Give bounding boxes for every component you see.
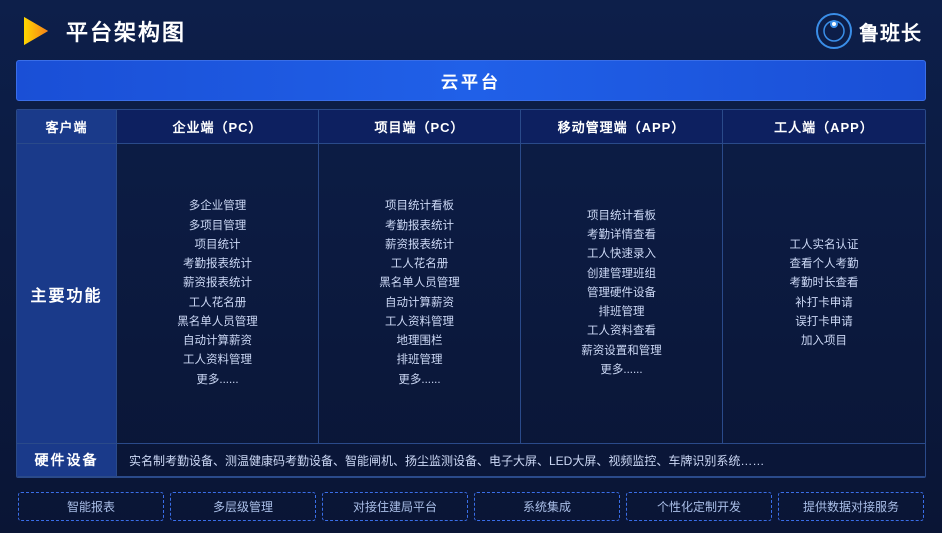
- feature-item: 排班管理: [397, 352, 443, 369]
- feature-item: 自动计算薪资: [385, 295, 454, 312]
- feature-item: 黑名单人员管理: [177, 314, 258, 331]
- feature-item: 创建管理班组: [587, 266, 656, 283]
- col-header-client: 客户端: [17, 110, 117, 143]
- feature-item: 考勤详情查看: [587, 227, 656, 244]
- feature-item: 加入项目: [801, 333, 847, 350]
- hardware-label: 硬件设备: [17, 444, 117, 476]
- feature-item: 地理围栏: [397, 333, 443, 350]
- feature-item: 工人资料管理: [183, 352, 252, 369]
- col-header-worker: 工人端（APP）: [723, 110, 925, 143]
- worker-features-cell: 工人实名认证查看个人考勤考勤时长查看补打卡申请误打卡申请加入项目: [723, 144, 925, 443]
- header-left: 平台架构图: [20, 13, 186, 49]
- col-headers: 客户端 企业端（PC） 项目端（PC） 移动管理端（APP） 工人端（APP）: [17, 110, 925, 144]
- tag-item: 系统集成: [474, 492, 620, 521]
- feature-item: 补打卡申请: [795, 295, 853, 312]
- brand-name: 鲁班长: [859, 17, 922, 46]
- col-header-project: 项目端（PC）: [319, 110, 521, 143]
- mobile-features-cell: 项目统计看板考勤详情查看工人快速录入创建管理班组管理硬件设备排班管理工人资料查看…: [521, 144, 723, 443]
- feature-item: 工人快速录入: [587, 246, 656, 263]
- tag-item: 智能报表: [18, 492, 164, 521]
- feature-item: 薪资设置和管理: [581, 343, 662, 360]
- feature-item: 多企业管理: [189, 198, 247, 215]
- logo-icon: [20, 13, 56, 49]
- tag-item: 个性化定制开发: [626, 492, 772, 521]
- feature-item: 管理硬件设备: [587, 285, 656, 302]
- tags-row: 智能报表多层级管理对接住建局平台系统集成个性化定制开发提供数据对接服务: [16, 486, 926, 523]
- brand-icon: [815, 12, 853, 50]
- tag-item: 多层级管理: [170, 492, 316, 521]
- hardware-row: 硬件设备 实名制考勤设备、测温健康码考勤设备、智能闸机、扬尘监测设备、电子大屏、…: [17, 444, 925, 477]
- tag-item: 对接住建局平台: [322, 492, 468, 521]
- brand-logo: 鲁班长: [815, 12, 922, 50]
- feature-item: 多项目管理: [189, 218, 247, 235]
- feature-item: 排班管理: [599, 304, 645, 321]
- feature-item: 项目统计看板: [385, 198, 454, 215]
- content-row: 主要功能 多企业管理多项目管理项目统计考勤报表统计薪资报表统计工人花名册黑名单人…: [17, 144, 925, 444]
- feature-item: 考勤报表统计: [385, 218, 454, 235]
- feature-item: 黑名单人员管理: [379, 275, 460, 292]
- feature-item: 工人花名册: [391, 256, 449, 273]
- feature-item: 查看个人考勤: [790, 256, 859, 273]
- feature-item: 薪资报表统计: [183, 275, 252, 292]
- header: 平台架构图 鲁班长: [16, 10, 926, 52]
- tag-item: 提供数据对接服务: [778, 492, 924, 521]
- feature-item: 工人资料管理: [385, 314, 454, 331]
- col-header-enterprise: 企业端（PC）: [117, 110, 319, 143]
- feature-item: 考勤时长查看: [790, 275, 859, 292]
- project-features-cell: 项目统计看板考勤报表统计薪资报表统计工人花名册黑名单人员管理自动计算薪资工人资料…: [319, 144, 521, 443]
- enterprise-features-cell: 多企业管理多项目管理项目统计考勤报表统计薪资报表统计工人花名册黑名单人员管理自动…: [117, 144, 319, 443]
- hardware-content: 实名制考勤设备、测温健康码考勤设备、智能闸机、扬尘监测设备、电子大屏、LED大屏…: [117, 444, 925, 476]
- page-wrapper: 平台架构图 鲁班长 云平台 客户端 企业端（PC） 项目端（PC）: [0, 0, 942, 533]
- col-header-mobile: 移动管理端（APP）: [521, 110, 723, 143]
- feature-item: 更多......: [600, 362, 642, 379]
- feature-item: 工人花名册: [189, 295, 247, 312]
- feature-item: 误打卡申请: [795, 314, 853, 331]
- feature-item: 薪资报表统计: [385, 237, 454, 254]
- main-section-label: 主要功能: [17, 144, 117, 443]
- feature-item: 更多......: [196, 372, 238, 389]
- feature-item: 考勤报表统计: [183, 256, 252, 273]
- main-table: 客户端 企业端（PC） 项目端（PC） 移动管理端（APP） 工人端（APP） …: [16, 109, 926, 478]
- feature-item: 工人实名认证: [790, 237, 859, 254]
- cloud-banner: 云平台: [16, 60, 926, 101]
- feature-item: 更多......: [398, 372, 440, 389]
- feature-item: 工人资料查看: [587, 323, 656, 340]
- feature-item: 项目统计: [195, 237, 241, 254]
- feature-item: 自动计算薪资: [183, 333, 252, 350]
- feature-item: 项目统计看板: [587, 208, 656, 225]
- page-title: 平台架构图: [66, 15, 186, 47]
